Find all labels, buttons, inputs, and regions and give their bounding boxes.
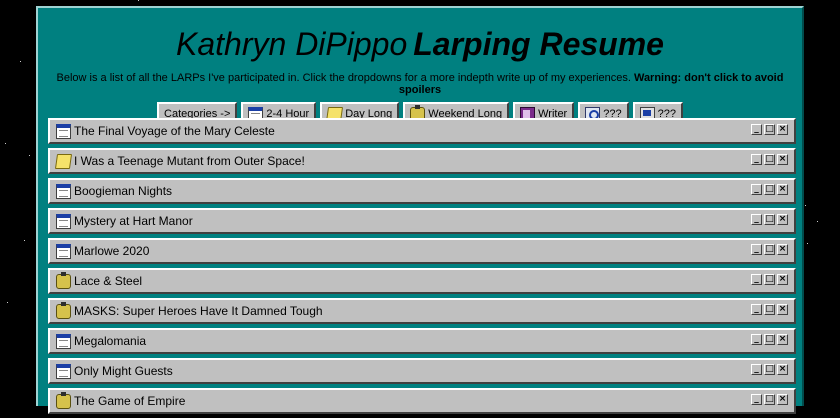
- larp-row[interactable]: Boogieman Nights _ □ ×: [48, 178, 796, 204]
- party-icon: [56, 301, 71, 319]
- page-title: Kathryn DiPippo Larping Resume: [38, 8, 802, 62]
- window-controls: _ □ ×: [751, 274, 788, 285]
- close-button[interactable]: ×: [777, 304, 788, 315]
- close-button[interactable]: ×: [777, 214, 788, 225]
- window-controls: _ □ ×: [751, 214, 788, 225]
- star-dot: [20, 61, 21, 62]
- maximize-button[interactable]: □: [764, 334, 775, 345]
- larp-title: Lace & Steel: [74, 274, 143, 288]
- larp-title: I Was a Teenage Mutant from Outer Space!: [74, 154, 305, 168]
- window-controls: _ □ ×: [751, 124, 788, 135]
- larp-title: Marlowe 2020: [74, 244, 150, 258]
- star-dot: [24, 240, 25, 241]
- close-button[interactable]: ×: [777, 274, 788, 285]
- star-dot: [817, 221, 818, 222]
- minimize-button[interactable]: _: [751, 184, 762, 195]
- calendar-icon: [56, 183, 71, 199]
- close-button[interactable]: ×: [777, 364, 788, 375]
- larp-row[interactable]: Lace & Steel _ □ ×: [48, 268, 796, 294]
- larp-row[interactable]: The Game of Empire _ □ ×: [48, 388, 796, 414]
- maximize-button[interactable]: □: [764, 184, 775, 195]
- maximize-button[interactable]: □: [764, 214, 775, 225]
- larp-title: MASKS: Super Heroes Have It Damned Tough: [74, 304, 323, 318]
- calendar-icon: [56, 333, 71, 349]
- star-dot: [29, 155, 30, 156]
- larp-row[interactable]: The Final Voyage of the Mary Celeste _ □ ×: [48, 118, 796, 144]
- minimize-button[interactable]: _: [751, 244, 762, 255]
- close-button[interactable]: ×: [777, 244, 788, 255]
- calendar-icon: [56, 243, 71, 259]
- minimize-button[interactable]: _: [751, 334, 762, 345]
- larp-row[interactable]: Mystery at Hart Manor _ □ ×: [48, 208, 796, 234]
- close-button[interactable]: ×: [777, 184, 788, 195]
- star-dot: [807, 243, 808, 244]
- minimize-button[interactable]: _: [751, 124, 762, 135]
- window-controls: _ □ ×: [751, 334, 788, 345]
- larp-row[interactable]: Megalomania _ □ ×: [48, 328, 796, 354]
- window-controls: _ □ ×: [751, 184, 788, 195]
- folder-icon: [54, 153, 73, 169]
- larp-title: The Game of Empire: [74, 394, 186, 408]
- maximize-button[interactable]: □: [764, 364, 775, 375]
- close-button[interactable]: ×: [777, 334, 788, 345]
- minimize-button[interactable]: _: [751, 154, 762, 165]
- larp-row[interactable]: Marlowe 2020 _ □ ×: [48, 238, 796, 264]
- maximize-button[interactable]: □: [764, 274, 775, 285]
- window-controls: _ □ ×: [751, 304, 788, 315]
- star-dot: [138, 0, 139, 1]
- close-button[interactable]: ×: [777, 124, 788, 135]
- calendar-icon: [56, 123, 71, 139]
- calendar-icon: [56, 213, 71, 229]
- page-subtitle: Below is a list of all the LARPs I've pa…: [38, 72, 802, 96]
- minimize-button[interactable]: _: [751, 214, 762, 225]
- larp-row[interactable]: I Was a Teenage Mutant from Outer Space!…: [48, 148, 796, 174]
- calendar-icon: [56, 363, 71, 379]
- maximize-button[interactable]: □: [764, 124, 775, 135]
- larp-title: The Final Voyage of the Mary Celeste: [74, 124, 275, 138]
- party-icon: [56, 391, 71, 409]
- window-controls: _ □ ×: [751, 154, 788, 165]
- larp-row[interactable]: MASKS: Super Heroes Have It Damned Tough…: [48, 298, 796, 324]
- maximize-button[interactable]: □: [764, 154, 775, 165]
- title-name: Kathryn DiPippo: [176, 26, 408, 62]
- maximize-button[interactable]: □: [764, 304, 775, 315]
- maximize-button[interactable]: □: [764, 244, 775, 255]
- star-dot: [7, 302, 8, 303]
- subtitle-text: Below is a list of all the LARPs I've pa…: [56, 72, 631, 84]
- larp-title: Boogieman Nights: [74, 184, 173, 198]
- larp-title: Mystery at Hart Manor: [74, 214, 193, 228]
- party-icon: [56, 271, 71, 289]
- window-controls: _ □ ×: [751, 244, 788, 255]
- minimize-button[interactable]: _: [751, 274, 762, 285]
- larp-row[interactable]: Only Might Guests _ □ ×: [48, 358, 796, 384]
- minimize-button[interactable]: _: [751, 364, 762, 375]
- larp-title: Megalomania: [74, 334, 147, 348]
- larp-title: Only Might Guests: [74, 364, 173, 378]
- close-button[interactable]: ×: [777, 154, 788, 165]
- minimize-button[interactable]: _: [751, 304, 762, 315]
- larp-list: The Final Voyage of the Mary Celeste _ □ × I…: [48, 118, 796, 418]
- resume-panel: Kathryn DiPippo Larping Resume Below is a…: [36, 6, 804, 414]
- star-dot: [805, 205, 806, 206]
- title-strong: Larping Resume: [413, 26, 664, 62]
- star-dot: [5, 143, 6, 144]
- window-controls: _ □ ×: [751, 364, 788, 375]
